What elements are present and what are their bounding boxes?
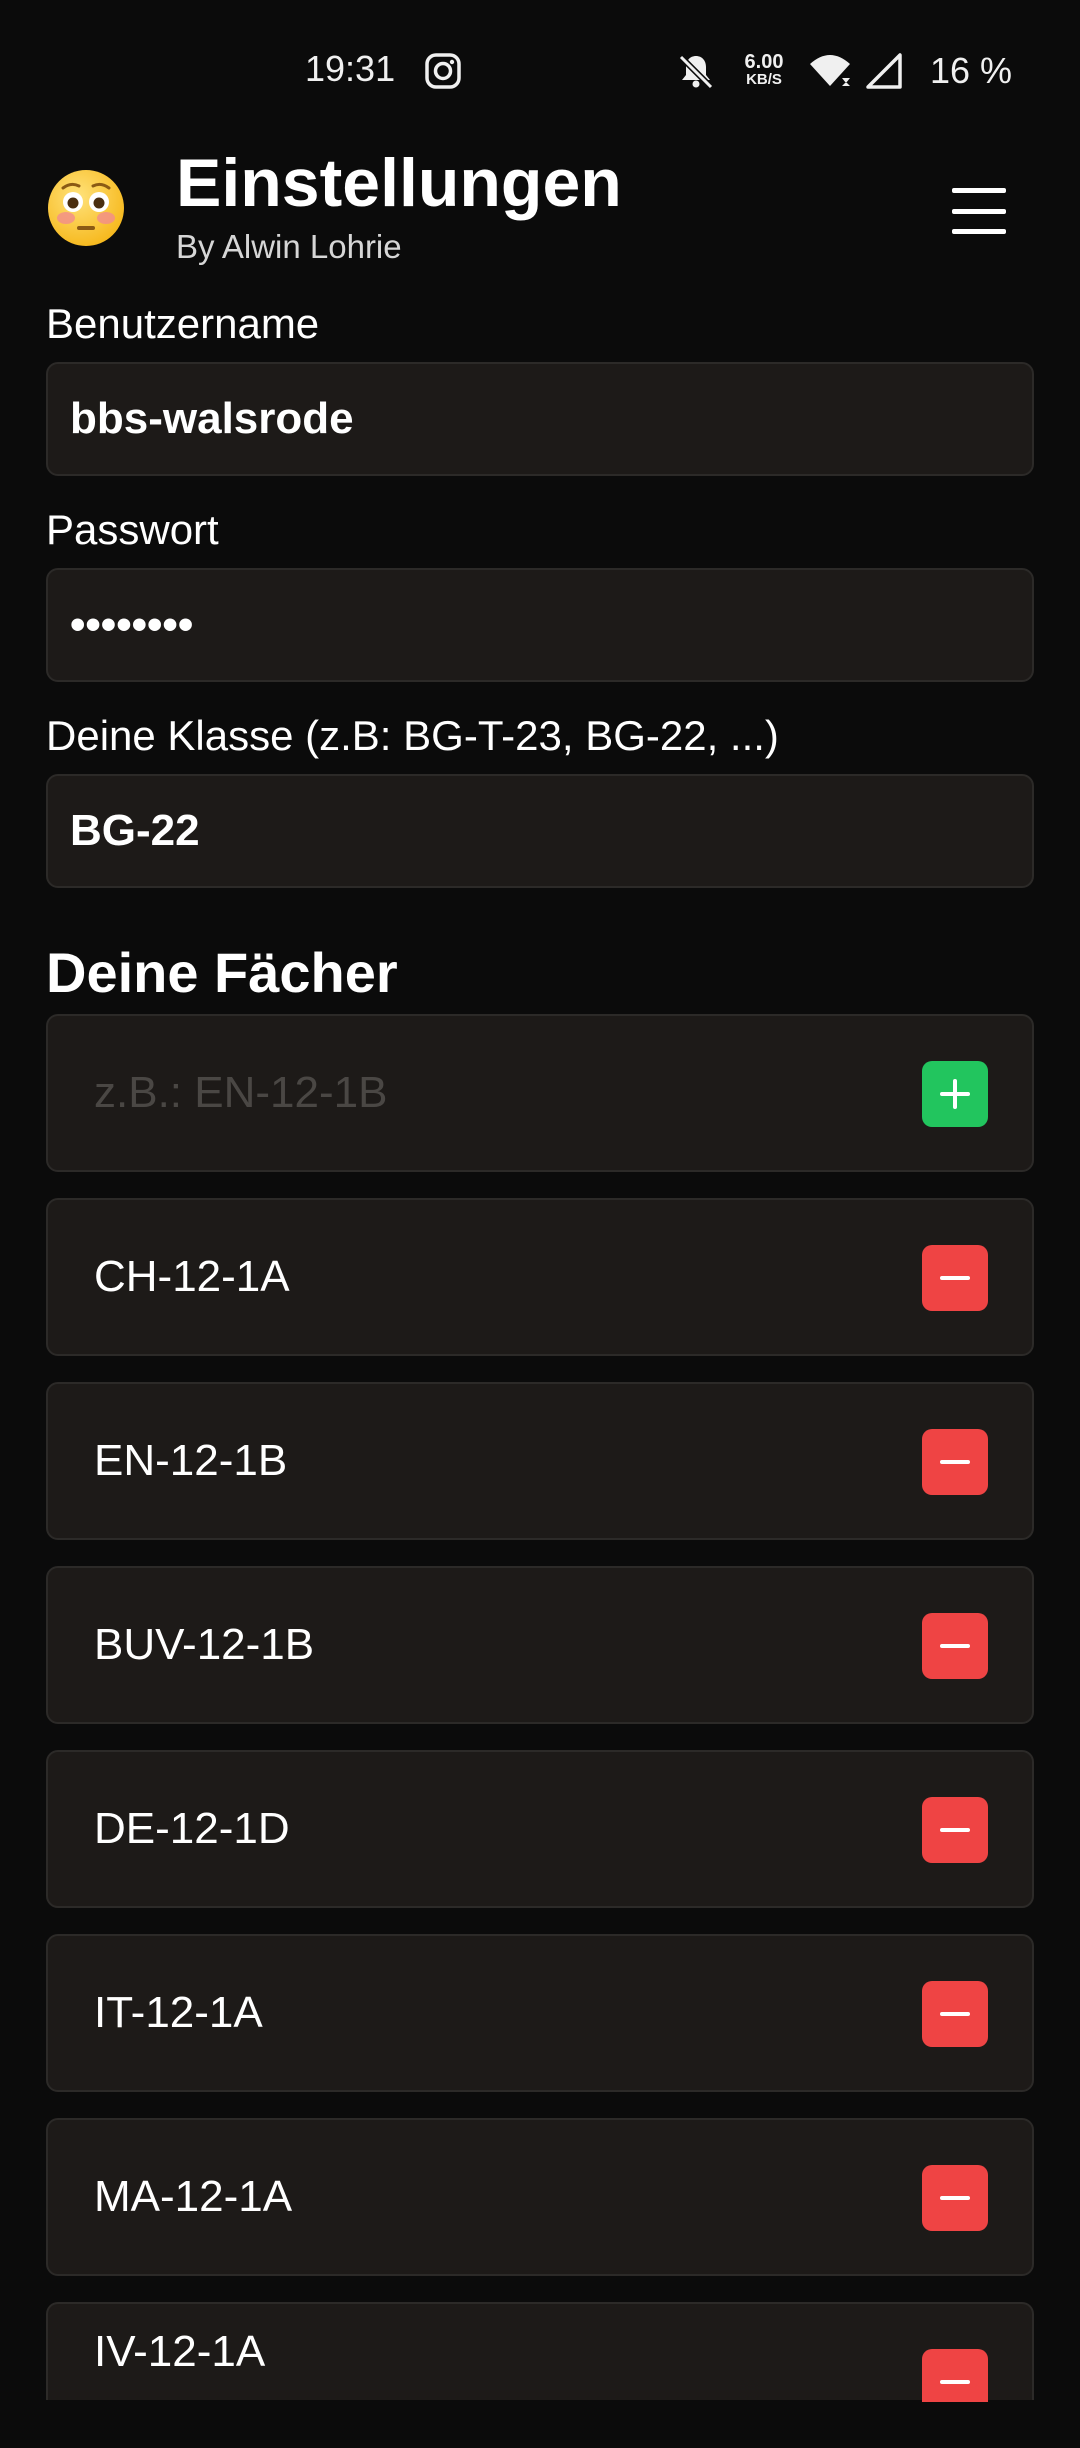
class-value: BG-22 (70, 806, 200, 855)
remove-subject-button[interactable] (922, 1429, 988, 1495)
class-label: Deine Klasse (z.B: BG-T-23, BG-22, ...) (46, 712, 779, 759)
status-time: 19:31 (305, 48, 396, 89)
minus-icon (940, 2012, 970, 2016)
username-label: Benutzername (46, 300, 320, 347)
bell-off-icon (678, 54, 714, 90)
username-field[interactable]: bbs-walsrode (46, 362, 1034, 476)
subject-item: IT-12-1A (46, 1934, 1034, 2092)
minus-icon (940, 2196, 970, 2200)
signal-icon (866, 53, 902, 89)
minus-icon (940, 2380, 970, 2384)
add-subject-button[interactable] (922, 1061, 988, 1127)
remove-subject-button[interactable] (922, 1245, 988, 1311)
page-subtitle: By Alwin Lohrie (176, 228, 402, 265)
status-bar: 19:31 6.00 KB/S 16 % (0, 0, 1080, 140)
subject-item: DE-12-1D (46, 1750, 1034, 1908)
subject-label: BUV-12-1B (94, 1620, 315, 1669)
subject-label: MA-12-1A (94, 2172, 293, 2221)
wifi-icon (810, 55, 850, 86)
remove-subject-button[interactable] (922, 1613, 988, 1679)
subject-item: EN-12-1B (46, 1382, 1034, 1540)
class-field[interactable]: BG-22 (46, 774, 1034, 888)
minus-icon (940, 1460, 970, 1464)
password-value: •••••••• (70, 600, 194, 649)
remove-subject-button[interactable] (922, 2349, 988, 2402)
minus-icon (940, 1828, 970, 1832)
add-subject-input[interactable]: z.B.: EN-12-1B (94, 1016, 387, 1170)
speed-unit: KB/S (746, 71, 782, 88)
speed-value: 6.00 (744, 51, 784, 73)
password-label: Passwort (46, 506, 219, 553)
instagram-icon (425, 53, 461, 89)
subject-item: BUV-12-1B (46, 1566, 1034, 1724)
username-value: bbs-walsrode (70, 394, 354, 443)
remove-subject-button[interactable] (922, 2165, 988, 2231)
password-field[interactable]: •••••••• (46, 568, 1034, 682)
page-title: Einstellungen (176, 145, 622, 221)
subject-item: CH-12-1A (46, 1198, 1034, 1356)
subject-label: IT-12-1A (94, 1988, 263, 2037)
minus-icon (940, 1276, 970, 1280)
subjects-title: Deine Fächer (46, 941, 398, 1004)
plus-icon (940, 1079, 970, 1109)
app-header: Einstellungen By Alwin Lohrie (0, 140, 1080, 300)
subject-label: CH-12-1A (94, 1252, 290, 1301)
hamburger-menu-icon[interactable] (948, 184, 1010, 238)
add-subject-card: z.B.: EN-12-1B (46, 1014, 1034, 1172)
subject-label: DE-12-1D (94, 1804, 290, 1853)
remove-subject-button[interactable] (922, 1981, 988, 2047)
subject-label: IV-12-1A (94, 2327, 266, 2376)
minus-icon (940, 1644, 970, 1648)
battery-level: 16 % (930, 50, 1013, 91)
network-speed: 6.00 KB/S (736, 51, 792, 89)
subject-item: MA-12-1A (46, 2118, 1034, 2276)
subject-item: IV-12-1A (46, 2302, 1034, 2402)
subject-label: EN-12-1B (94, 1436, 288, 1485)
flushed-face-icon (48, 170, 124, 246)
remove-subject-button[interactable] (922, 1797, 988, 1863)
